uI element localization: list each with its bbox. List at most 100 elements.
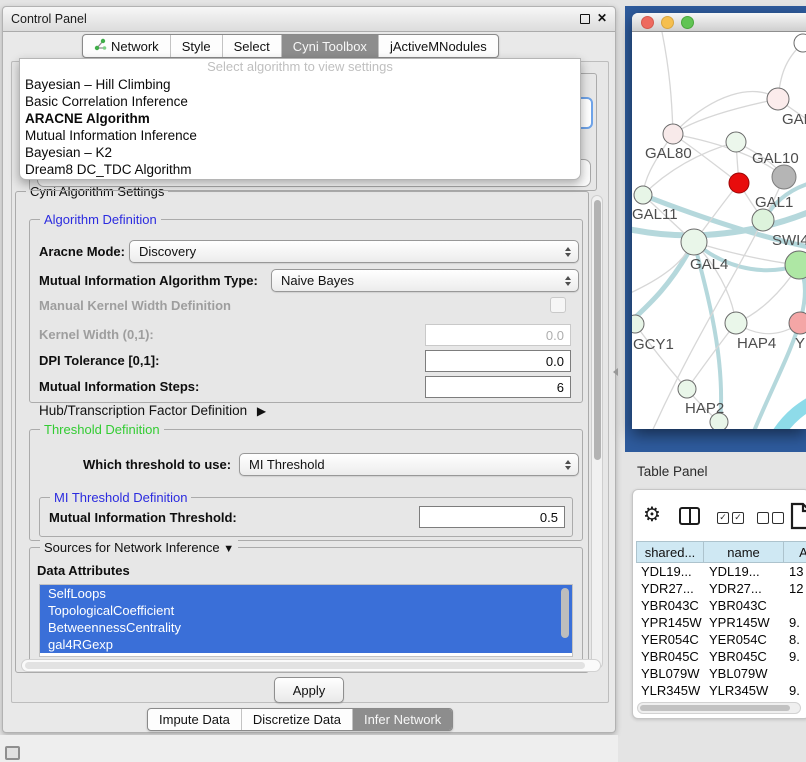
network-node[interactable] bbox=[785, 251, 806, 279]
attribute-item[interactable]: gal4RGexp bbox=[40, 636, 572, 653]
network-window-titlebar[interactable] bbox=[632, 13, 806, 32]
collapse-arrow-icon[interactable]: ▼ bbox=[223, 543, 234, 555]
network-edge[interactable] bbox=[778, 400, 806, 429]
column-header[interactable]: shared... bbox=[636, 541, 704, 563]
table-cell[interactable] bbox=[784, 597, 806, 614]
mac-zoom-button[interactable] bbox=[681, 16, 694, 29]
bottom-tab-discretize-data[interactable]: Discretize Data bbox=[241, 709, 352, 730]
table-cell[interactable]: 9. bbox=[784, 614, 806, 631]
tab-cyni-toolbox[interactable]: Cyni Toolbox bbox=[281, 35, 378, 57]
dropdown-option[interactable]: Mutual Information Inference bbox=[20, 127, 580, 144]
expander-arrow-icon[interactable]: ▶ bbox=[257, 404, 266, 418]
hub-definition-expander[interactable]: Hub/Transcription Factor Definition ▶ bbox=[39, 403, 266, 418]
network-edge[interactable] bbox=[673, 99, 778, 134]
column-header[interactable]: name bbox=[704, 541, 784, 563]
table-cell[interactable]: YPR145W bbox=[704, 614, 784, 631]
table-cell[interactable]: 9. bbox=[784, 682, 806, 699]
table-cell[interactable]: YBL079W bbox=[636, 665, 704, 682]
attribute-item[interactable]: BetweennessCentrality bbox=[40, 619, 572, 636]
network-node[interactable] bbox=[789, 312, 806, 334]
table-hscroll-thumb[interactable] bbox=[640, 705, 790, 711]
network-edge[interactable] bbox=[635, 324, 687, 389]
network-node[interactable] bbox=[663, 124, 683, 144]
export-table-icon[interactable] bbox=[790, 502, 806, 530]
network-node[interactable] bbox=[678, 380, 696, 398]
mi-threshold-input[interactable] bbox=[419, 506, 565, 528]
table-cell[interactable]: YBR043C bbox=[636, 597, 704, 614]
network-node[interactable] bbox=[634, 186, 652, 204]
network-edge[interactable] bbox=[673, 92, 778, 134]
network-node[interactable] bbox=[772, 165, 796, 189]
table-cell[interactable]: YDL19... bbox=[704, 563, 784, 580]
select-all-checkboxes-icon[interactable]: ✓✓ bbox=[717, 512, 747, 530]
network-node[interactable] bbox=[725, 312, 747, 334]
manual-kernel-checkbox[interactable] bbox=[550, 297, 566, 313]
table-cell[interactable]: YLR345W bbox=[704, 682, 784, 699]
table-cell[interactable]: YDR27... bbox=[704, 580, 784, 597]
list-vscroll-thumb[interactable] bbox=[561, 588, 569, 638]
network-node[interactable] bbox=[752, 209, 774, 231]
network-canvas[interactable]: GALGAL80GAL10GAL1GAL11SWI4GAL4GCY1HAP4YH… bbox=[632, 32, 806, 429]
gear-icon[interactable]: ⚙ bbox=[643, 502, 661, 527]
table-cell[interactable]: YDR27... bbox=[636, 580, 704, 597]
bottom-tab-impute-data[interactable]: Impute Data bbox=[148, 709, 241, 730]
mac-minimize-button[interactable] bbox=[661, 16, 674, 29]
dropdown-option[interactable]: Basic Correlation Inference bbox=[20, 93, 580, 110]
which-threshold-combobox[interactable]: MI Threshold bbox=[239, 453, 579, 476]
column-header[interactable]: A bbox=[784, 541, 806, 563]
network-node[interactable] bbox=[681, 229, 707, 255]
settings-vertical-scrollbar[interactable] bbox=[591, 195, 603, 669]
settings-hscroll-thumb[interactable] bbox=[25, 662, 585, 669]
tab-network[interactable]: Network bbox=[83, 35, 170, 57]
dpi-tolerance-input[interactable] bbox=[425, 350, 571, 372]
dropdown-option[interactable]: ARACNE Algorithm bbox=[20, 110, 580, 127]
deselect-all-checkboxes-icon[interactable] bbox=[757, 512, 787, 530]
tab-jactivemnodules[interactable]: jActiveMNodules bbox=[378, 35, 498, 57]
columns-icon[interactable] bbox=[679, 507, 700, 525]
tab-style[interactable]: Style bbox=[170, 35, 222, 57]
mi-type-combobox[interactable]: Naive Bayes bbox=[271, 269, 579, 292]
collapsed-panel-icon[interactable] bbox=[5, 746, 20, 760]
table-horizontal-scrollbar[interactable] bbox=[637, 702, 801, 714]
attribute-item[interactable]: TopologicalCoefficient bbox=[40, 602, 572, 619]
table-cell[interactable]: YLR345W bbox=[636, 682, 704, 699]
kernel-width-input[interactable] bbox=[425, 324, 571, 346]
dropdown-option[interactable]: Bayesian – K2 bbox=[20, 144, 580, 161]
table-cell[interactable]: YDL19... bbox=[636, 563, 704, 580]
network-node[interactable] bbox=[729, 173, 749, 193]
table-cell[interactable]: 8. bbox=[784, 631, 806, 648]
table-cell[interactable]: 12 bbox=[784, 580, 806, 597]
table-cell[interactable]: YER054C bbox=[704, 631, 784, 648]
dropdown-option[interactable]: Bayesian – Hill Climbing bbox=[20, 76, 580, 93]
table-cell[interactable]: 13 bbox=[784, 563, 806, 580]
table-cell[interactable]: YBL079W bbox=[704, 665, 784, 682]
table-cell[interactable]: YBR045C bbox=[636, 648, 704, 665]
network-view-window[interactable]: GALGAL80GAL10GAL1GAL11SWI4GAL4GCY1HAP4YH… bbox=[632, 13, 806, 429]
network-edge[interactable] bbox=[662, 32, 673, 134]
network-edge[interactable] bbox=[687, 323, 736, 389]
settings-horizontal-scrollbar[interactable] bbox=[21, 659, 601, 672]
aracne-mode-combobox[interactable]: Discovery bbox=[129, 240, 579, 263]
mi-steps-input[interactable] bbox=[425, 376, 571, 398]
network-node[interactable] bbox=[632, 315, 644, 333]
dropdown-option[interactable]: Dream8 DC_TDC Algorithm bbox=[20, 161, 580, 178]
tab-select[interactable]: Select bbox=[222, 35, 281, 57]
table-cell[interactable]: YBR045C bbox=[704, 648, 784, 665]
table-cell[interactable]: YER054C bbox=[636, 631, 704, 648]
close-icon[interactable]: ✕ bbox=[597, 11, 607, 25]
attribute-item[interactable]: SelfLoops bbox=[40, 585, 572, 602]
bottom-tab-infer-network[interactable]: Infer Network bbox=[352, 709, 452, 730]
table-cell[interactable] bbox=[784, 665, 806, 682]
settings-vscroll-thumb[interactable] bbox=[594, 200, 601, 460]
network-node[interactable] bbox=[767, 88, 789, 110]
mac-close-button[interactable] bbox=[641, 16, 654, 29]
network-node[interactable] bbox=[794, 34, 806, 52]
table-cell[interactable]: 9. bbox=[784, 648, 806, 665]
table-cell[interactable]: YPR145W bbox=[636, 614, 704, 631]
apply-button[interactable]: Apply bbox=[274, 677, 344, 703]
table-cell[interactable]: YBR043C bbox=[704, 597, 784, 614]
control-panel-titlebar[interactable]: Control Panel ✕ bbox=[3, 7, 615, 32]
panel-splitter-handle[interactable] bbox=[613, 368, 618, 376]
network-node[interactable] bbox=[726, 132, 746, 152]
float-icon[interactable] bbox=[580, 14, 590, 24]
